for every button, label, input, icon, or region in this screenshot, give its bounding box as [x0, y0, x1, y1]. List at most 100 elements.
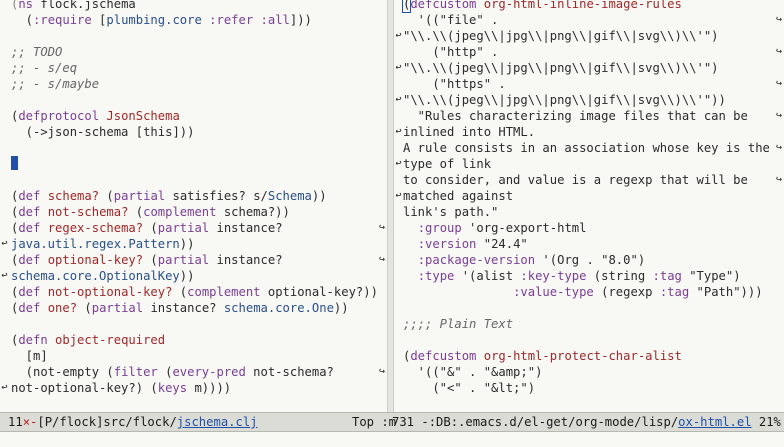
- left-code-buffer[interactable]: (ns flock.jschema (:require [plumbing.co…: [0, 0, 387, 396]
- code-line[interactable]: '(("&" . "&amp;"): [394, 364, 784, 380]
- code-line[interactable]: ;; - s/eq: [0, 60, 387, 76]
- code-line[interactable]: "Rules characterizing image files that c…: [394, 108, 784, 124]
- code-line[interactable]: '(("file" . ↪: [394, 12, 784, 28]
- code-line[interactable]: ↩ not-optional-key?) (keys m)))): [0, 380, 387, 396]
- code-token: ;; - s/eq: [11, 61, 78, 75]
- code-token: :refer: [209, 13, 254, 27]
- code-line[interactable]: (:require [plumbing.core :refer :all])): [0, 12, 387, 28]
- code-line[interactable]: [0, 28, 387, 44]
- code-line[interactable]: (def not-optional-key? (complement optio…: [0, 284, 387, 300]
- code-token: ("http" .: [403, 45, 499, 59]
- code-line[interactable]: ↩ schema.core.OptionalKey)): [0, 268, 387, 284]
- code-line[interactable]: :type '(alist :key-type (string :tag "Ty…: [394, 268, 784, 284]
- code-line[interactable]: :package-version '(Org . "8.0"): [394, 252, 784, 268]
- code-token: (: [11, 13, 34, 27]
- code-token: matched against: [403, 189, 514, 203]
- code-line[interactable]: [394, 332, 784, 348]
- code-line[interactable]: (ns flock.jschema: [0, 0, 387, 12]
- code-token: :group: [417, 221, 462, 235]
- mode-line: 11×-[P/flock]src/flock/jschema.clj Top :…: [0, 412, 784, 432]
- code-line[interactable]: (not-empty (filter (every-pred not-schem…: [0, 364, 387, 380]
- code-token: optional-key?: [47, 253, 144, 267]
- code-line[interactable]: [0, 172, 387, 188]
- code-line[interactable]: (defcustom org-html-inline-image-rules: [394, 0, 784, 13]
- code-line[interactable]: ↩ "\\.\\(jpeg\\|jpg\\|png\\|gif\\|svg\\)\…: [394, 28, 784, 44]
- code-line[interactable]: (def one? (partial instance? schema.core…: [0, 300, 387, 316]
- code-line[interactable]: (def optional-key? (partial instance? ↪: [0, 252, 387, 268]
- code-line[interactable]: (defn object-required: [0, 332, 387, 348]
- code-line[interactable]: :group 'org-export-html: [394, 220, 784, 236]
- code-token: "\\.\\(jpeg\\|jpg\\|png\\|gif\\|svg\\)\\…: [403, 93, 726, 107]
- code-token: org-html-protect-char-alist: [483, 349, 682, 363]
- code-token: complement: [187, 285, 261, 299]
- code-token: (string: [586, 269, 653, 283]
- code-line[interactable]: ;; TODO: [0, 44, 387, 60]
- left-line-count: 11: [8, 415, 23, 429]
- right-editor-pane[interactable]: (defcustom org-html-inline-image-rules '…: [394, 0, 784, 412]
- code-line[interactable]: ↩ java.util.regex.Pattern)): [0, 236, 387, 252]
- code-line[interactable]: ↩ type of link: [394, 156, 784, 172]
- code-line[interactable]: ↩ matched against: [394, 188, 784, 204]
- code-token: ;; - s/maybe: [11, 77, 100, 91]
- code-line[interactable]: [0, 140, 387, 156]
- wrap-left-arrow-icon: ↩: [395, 190, 402, 201]
- code-line[interactable]: [0, 316, 387, 332]
- wrap-right-arrow-icon: ↪: [775, 14, 782, 25]
- code-line[interactable]: (def not-schema? (complement schema?)): [0, 204, 387, 220]
- code-line[interactable]: ;; - s/maybe: [0, 76, 387, 92]
- code-token: type of link: [403, 157, 492, 171]
- code-line[interactable]: ↩ inlined into HTML.: [394, 124, 784, 140]
- wrap-right-arrow-icon: ↪: [775, 110, 782, 121]
- code-line[interactable]: to consider, and value is a regexp that …: [394, 172, 784, 188]
- code-token: java.util.regex.Pattern: [11, 237, 180, 251]
- code-token: partial: [113, 189, 166, 203]
- code-line[interactable]: :version "24.4": [394, 236, 784, 252]
- code-line[interactable]: ("http" . ↪: [394, 44, 784, 60]
- code-line[interactable]: (->json-schema [this])): [0, 124, 387, 140]
- code-line[interactable]: ("https" . ↪: [394, 76, 784, 92]
- code-token: "Rules characterizing image files that c…: [403, 109, 748, 123]
- left-buffer-name[interactable]: jschema.clj: [177, 415, 258, 429]
- code-line[interactable]: ↩ "\\.\\(jpeg\\|jpg\\|png\\|gif\\|svg\\)\…: [394, 92, 784, 108]
- right-buffer-name[interactable]: ox-html.el: [678, 415, 751, 429]
- code-line[interactable]: :value-type (regexp :tag "Path"))): [394, 284, 784, 300]
- code-token: "24.4": [476, 237, 528, 251]
- minibuffer[interactable]: [0, 432, 784, 447]
- code-line[interactable]: [0, 92, 387, 108]
- code-line[interactable]: (def schema? (partial satisfies? s/Schem…: [0, 188, 387, 204]
- code-line[interactable]: A rule consists in an association whose …: [394, 140, 784, 156]
- code-line[interactable]: ("<" . "&lt;"): [394, 380, 784, 396]
- code-line[interactable]: (defprotocol JsonSchema: [0, 108, 387, 124]
- left-mode-line: 11×-[P/flock]src/flock/jschema.clj: [8, 413, 258, 431]
- code-line[interactable]: (defcustom org-html-protect-char-alist: [394, 348, 784, 364]
- code-line[interactable]: ↩ "\\.\\(jpeg\\|jpg\\|png\\|gif\\|svg\\)\…: [394, 60, 784, 76]
- modified-indicator: ×-: [22, 415, 38, 429]
- code-line[interactable]: (def regex-schema? (partial instance? ↪: [0, 220, 387, 236]
- code-token: flock.jschema: [33, 0, 136, 11]
- code-line[interactable]: ;;;; Plain Text: [394, 316, 784, 332]
- code-token: m)))): [187, 381, 232, 395]
- code-line[interactable]: [0, 156, 387, 172]
- code-token: ("https" .: [403, 77, 506, 91]
- code-token: partial: [157, 253, 210, 267]
- code-token: def: [18, 253, 41, 267]
- left-editor-pane[interactable]: (ns flock.jschema (:require [plumbing.co…: [0, 0, 387, 412]
- code-line[interactable]: [394, 300, 784, 316]
- right-code-buffer[interactable]: (defcustom org-html-inline-image-rules '…: [394, 0, 784, 396]
- code-token: every-pred: [172, 365, 246, 379]
- code-token: :require: [33, 13, 92, 27]
- window-divider[interactable]: [387, 0, 394, 412]
- text-cursor: [11, 156, 18, 170]
- code-line[interactable]: link's path.": [394, 204, 784, 220]
- wrap-right-arrow-icon: ↪: [775, 142, 782, 153]
- code-token: not-schema?: [245, 365, 334, 379]
- code-token: (: [128, 205, 144, 219]
- code-line[interactable]: [m]: [0, 348, 387, 364]
